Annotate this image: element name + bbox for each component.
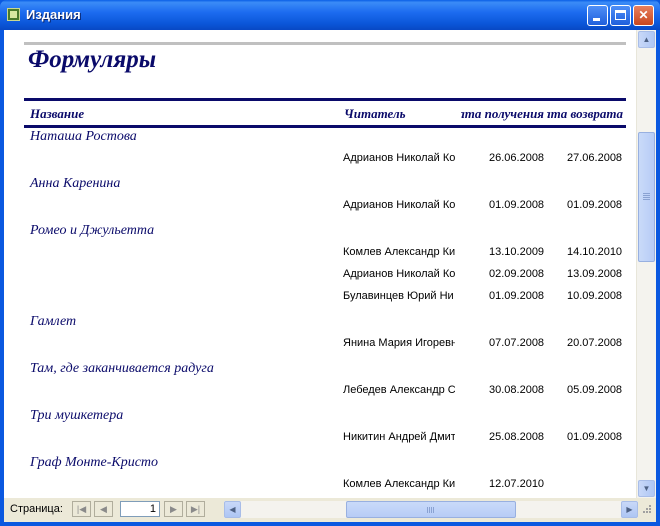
- divider: [24, 125, 626, 128]
- loan-reader: Адрианов Николай Ко: [343, 268, 455, 280]
- loan-date-return: 27.06.2008: [567, 152, 623, 164]
- grip-line: [429, 507, 430, 513]
- loan-row: Никитин Андрей Дмит 25.08.2008 01.09.2008: [4, 431, 636, 447]
- scroll-left-button[interactable]: ◀: [224, 501, 241, 518]
- horizontal-scroll-thumb[interactable]: [346, 501, 516, 518]
- loan-row: Лебедев Александр С 30.08.2008 05.09.2008: [4, 384, 636, 400]
- arrow-down-icon: ▼: [642, 484, 651, 493]
- grip-line: [427, 507, 428, 513]
- loan-reader: Лебедев Александр С: [343, 384, 455, 396]
- report-page: Формуляры Название Читатель Дата получен…: [4, 30, 636, 498]
- arrow-left-icon: ◀: [229, 505, 236, 514]
- column-header-reader: Читатель: [344, 106, 406, 121]
- next-page-icon: ▶: [170, 504, 177, 514]
- book-title: Ромео и Джульетта: [30, 223, 155, 238]
- book-title: Анна Каренина: [30, 176, 121, 191]
- loan-row: Комлев Александр Ки 13.10.2009 14.10.2010: [4, 246, 636, 262]
- column-header-name: Название: [30, 106, 85, 121]
- grip-line: [643, 195, 650, 196]
- loan-date-return: 10.09.2008: [567, 290, 623, 302]
- loan-reader: Никитин Андрей Дмит: [343, 431, 455, 443]
- column-header-date-return: Дата возврата: [547, 106, 623, 121]
- arrow-up-icon: ▲: [642, 35, 651, 44]
- column-header-date-get: Дата получения: [461, 106, 544, 121]
- grip-line: [433, 507, 434, 513]
- navigation-bar: Страница: |◀ ◀ 1 ▶ ▶| ◀ ▶: [4, 498, 656, 522]
- page-number-input[interactable]: 1: [120, 501, 160, 517]
- loan-date-get: 01.09.2008: [489, 199, 545, 211]
- scroll-down-button[interactable]: ▼: [638, 480, 655, 497]
- book-title: Три мушкетера: [30, 408, 124, 423]
- loan-date-get: 30.08.2008: [489, 384, 545, 396]
- loan-reader: Янина Мария Игоревн: [343, 337, 455, 349]
- last-page-button[interactable]: ▶|: [186, 501, 205, 517]
- previous-page-icon: ◀: [100, 504, 107, 514]
- loan-row: Адрианов Николай Ко 02.09.2008 13.09.2008: [4, 268, 636, 284]
- loan-date-get: 26.06.2008: [489, 152, 545, 164]
- loan-reader: Комлев Александр Ки: [343, 478, 455, 490]
- loan-reader: Адрианов Николай Ко: [343, 152, 455, 164]
- book-title: Гамлет: [30, 314, 77, 329]
- loan-date-get: 01.09.2008: [489, 290, 545, 302]
- last-page-icon: ▶|: [190, 504, 201, 514]
- loan-row: Булавинцев Юрий Ни 01.09.2008 10.09.2008: [4, 290, 636, 306]
- previous-page-button[interactable]: ◀: [94, 501, 113, 517]
- scroll-right-button[interactable]: ▶: [621, 501, 638, 518]
- loan-date-return: 05.09.2008: [567, 384, 623, 396]
- loan-row: Комлев Александр Ки 12.07.2010: [4, 478, 636, 494]
- horizontal-scrollbar[interactable]: ◀ ▶: [224, 501, 638, 518]
- loan-date-return: 01.09.2008: [567, 199, 623, 211]
- loan-date-get: 07.07.2008: [489, 337, 545, 349]
- window-title: Издания: [26, 7, 81, 22]
- form-icon: [7, 8, 20, 21]
- loan-date-get: 25.08.2008: [489, 431, 545, 443]
- report-client-area: Формуляры Название Читатель Дата получен…: [4, 30, 656, 522]
- maximize-icon: [615, 10, 626, 20]
- maximize-button[interactable]: [610, 5, 631, 26]
- loan-date-get: 02.09.2008: [489, 268, 545, 280]
- loan-date-get: 13.10.2009: [489, 246, 545, 258]
- minimize-button[interactable]: [587, 5, 608, 26]
- loan-row: Адрианов Николай Ко 26.06.2008 27.06.2008: [4, 152, 636, 168]
- first-page-icon: |◀: [76, 504, 87, 514]
- loan-reader: Булавинцев Юрий Ни: [343, 290, 454, 302]
- divider: [24, 42, 626, 45]
- scroll-up-button[interactable]: ▲: [638, 31, 655, 48]
- grip-line: [643, 197, 650, 198]
- first-page-button[interactable]: |◀: [72, 501, 91, 517]
- divider: [24, 98, 626, 101]
- loan-date-return: 20.07.2008: [567, 337, 623, 349]
- loan-date-return: 13.09.2008: [567, 268, 623, 280]
- arrow-right-icon: ▶: [626, 505, 633, 514]
- loan-reader: Адрианов Николай Ко: [343, 199, 455, 211]
- page-label: Страница:: [10, 503, 63, 515]
- close-icon: ✕: [638, 8, 649, 22]
- report-window: Издания ✕ Формуляры Название Читатель Да…: [0, 0, 660, 526]
- grip-line: [643, 199, 650, 200]
- loan-row: Янина Мария Игоревн 07.07.2008 20.07.2008: [4, 337, 636, 353]
- next-page-button[interactable]: ▶: [164, 501, 183, 517]
- loan-date-return: 01.09.2008: [567, 431, 623, 443]
- title-bar[interactable]: Издания ✕: [0, 0, 660, 30]
- book-title: Наташа Ростова: [30, 129, 137, 144]
- close-button[interactable]: ✕: [633, 5, 654, 26]
- loan-reader: Комлев Александр Ки: [343, 246, 455, 258]
- minimize-icon: [593, 18, 600, 21]
- loan-row: Адрианов Николай Ко 01.09.2008 01.09.2008: [4, 199, 636, 215]
- grip-line: [431, 507, 432, 513]
- grip-line: [643, 193, 650, 194]
- scroll-thumb[interactable]: [638, 132, 655, 262]
- book-title: Там, где заканчивается радуга: [30, 361, 214, 376]
- loan-date-return: 14.10.2010: [567, 246, 623, 258]
- loan-date-get: 12.07.2010: [489, 478, 545, 490]
- report-title: Формуляры: [28, 46, 157, 73]
- book-title: Граф Монте-Кристо: [30, 455, 159, 470]
- vertical-scrollbar[interactable]: ▲ ▼: [636, 30, 656, 498]
- resize-grip-icon[interactable]: [640, 504, 652, 516]
